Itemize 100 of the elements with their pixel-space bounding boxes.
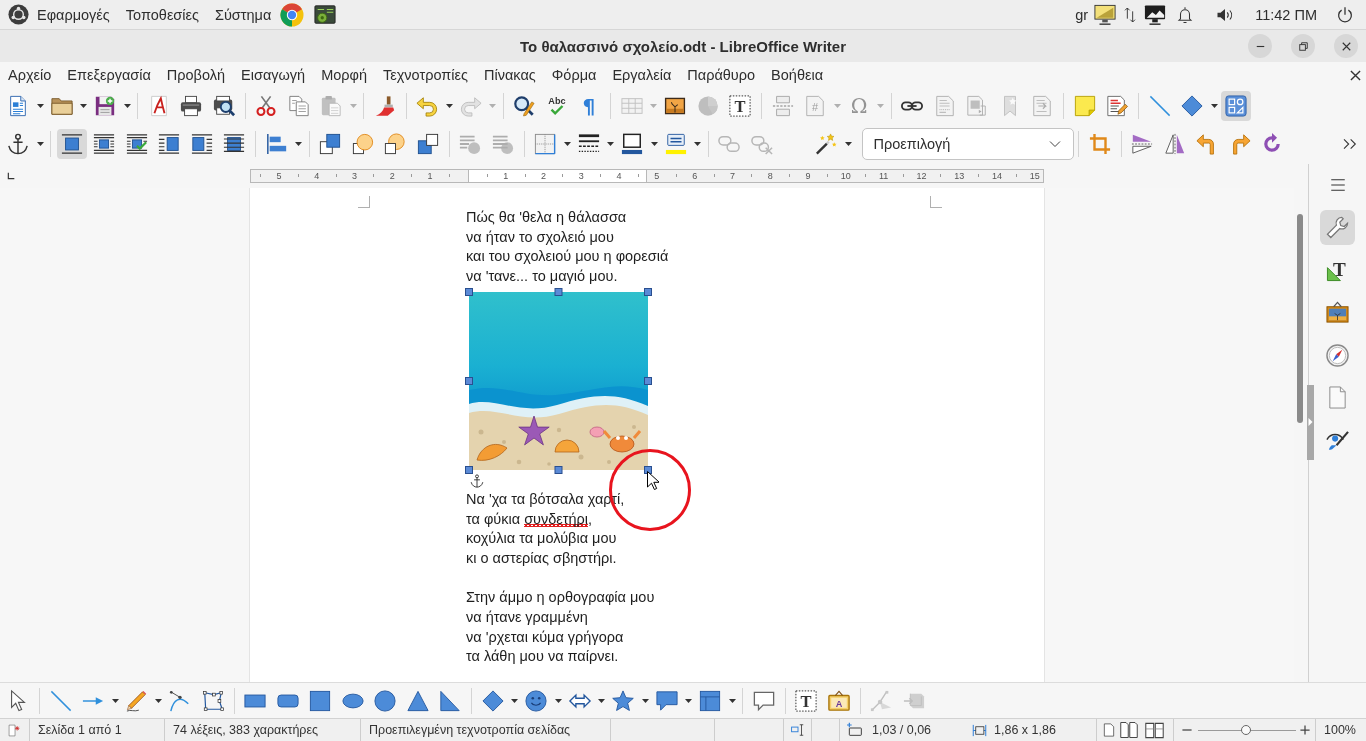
flip-vertical-icon[interactable] <box>1131 133 1154 155</box>
caret-icon[interactable] <box>607 142 614 146</box>
resize-handle[interactable] <box>644 376 652 385</box>
wrench-icon[interactable] <box>1320 210 1355 246</box>
menu-item[interactable]: Βοήθεια <box>763 67 831 83</box>
right-triangle-icon[interactable] <box>439 689 462 712</box>
menu-item[interactable]: Μορφή <box>313 67 376 83</box>
page-style[interactable]: Προεπιλεγμένη τεχνοτροπία σελίδας <box>361 723 571 737</box>
caret-icon[interactable] <box>155 698 162 703</box>
find-replace-icon[interactable] <box>513 95 536 117</box>
square-icon[interactable] <box>309 689 332 712</box>
copy-icon[interactable] <box>287 95 310 117</box>
callout-icon[interactable] <box>655 689 678 712</box>
send-backward-icon[interactable] <box>384 133 407 155</box>
maximize-button[interactable] <box>1291 34 1315 58</box>
circle-icon[interactable] <box>374 689 397 712</box>
caret-icon[interactable] <box>445 104 453 108</box>
caret-icon[interactable] <box>36 104 44 108</box>
caret-icon[interactable] <box>598 698 605 703</box>
wrap-page-icon[interactable] <box>93 133 116 155</box>
scrollbar-thumb[interactable] <box>1297 214 1303 423</box>
bring-to-front-icon[interactable] <box>319 133 342 155</box>
caret-icon[interactable] <box>563 142 571 146</box>
send-to-back-icon[interactable] <box>416 133 439 155</box>
caret-icon[interactable] <box>694 142 701 146</box>
chevron-down-icon[interactable] <box>1048 138 1061 150</box>
picture-icon[interactable] <box>664 95 687 117</box>
restore-icon[interactable] <box>1298 41 1308 51</box>
wrap-off-icon[interactable] <box>56 129 87 159</box>
caret-icon[interactable] <box>1210 104 1218 108</box>
picture-frame-icon[interactable] <box>1326 301 1349 325</box>
polygon-icon[interactable] <box>201 689 224 712</box>
text-box-icon[interactable]: T <box>729 95 752 117</box>
bring-forward-icon[interactable] <box>351 133 374 155</box>
compass-icon[interactable] <box>1326 343 1349 367</box>
align-left-icon[interactable] <box>265 133 288 155</box>
caret-icon[interactable] <box>295 142 302 146</box>
caret-icon[interactable] <box>111 698 119 703</box>
size-icon[interactable] <box>972 722 987 738</box>
menu-item[interactable]: Πίνακας <box>476 67 544 83</box>
keyboard-layout-indicator[interactable]: gr <box>1075 6 1089 23</box>
star-icon[interactable] <box>612 689 635 712</box>
panel-menu[interactable]: Σύστημα <box>206 6 280 23</box>
anchor-icon[interactable] <box>7 133 30 155</box>
menu-item[interactable]: Παράθυρο <box>679 67 764 83</box>
frame-style-dropdown[interactable]: Προεπιλογή <box>861 128 1074 160</box>
menu-item[interactable]: Τεχνοτροπίες <box>375 67 476 83</box>
caret-icon[interactable] <box>554 698 562 703</box>
zoom-slider-thumb[interactable] <box>1241 725 1251 735</box>
two-page-view-icon[interactable] <box>1120 721 1138 739</box>
browser-icon[interactable] <box>280 2 305 27</box>
magic-wand-icon[interactable] <box>815 133 838 155</box>
caret-icon[interactable] <box>80 104 87 108</box>
panel-menu[interactable]: Τοποθεσίες <box>117 6 207 23</box>
wrap-optimal-icon[interactable] <box>125 133 148 155</box>
caret-icon[interactable] <box>123 104 131 108</box>
track-changes-icon[interactable] <box>1106 95 1129 117</box>
eye-brush-icon[interactable] <box>1326 428 1349 452</box>
area-color-icon[interactable] <box>664 133 687 155</box>
diamond-icon[interactable] <box>1181 95 1204 117</box>
close-icon[interactable] <box>1341 41 1351 51</box>
shapes-icon[interactable] <box>1220 91 1251 121</box>
printer-icon[interactable] <box>180 95 203 117</box>
wrap-through-icon[interactable] <box>223 133 246 155</box>
wrap-left-icon[interactable] <box>158 133 181 155</box>
undo-icon[interactable] <box>416 95 439 117</box>
resize-handle[interactable] <box>554 465 563 474</box>
clock[interactable]: 11:42 ΠΜ <box>1255 6 1317 23</box>
sidebar-handle[interactable] <box>1307 385 1314 460</box>
document-status-icon[interactable] <box>8 723 21 737</box>
word-count[interactable]: 74 λέξεις, 383 χαρακτήρες <box>165 723 319 737</box>
anchor-icon[interactable] <box>470 473 484 488</box>
resize-handle[interactable] <box>465 376 473 385</box>
position-icon[interactable] <box>846 722 862 738</box>
resize-handle[interactable] <box>644 287 652 296</box>
open-folder-icon[interactable] <box>50 95 73 117</box>
caret-icon[interactable] <box>650 142 658 146</box>
zoom-in-icon[interactable] <box>1300 725 1310 735</box>
flowchart-icon[interactable] <box>699 689 722 712</box>
flip-horizontal-icon[interactable] <box>1163 133 1186 155</box>
smiley-icon[interactable] <box>525 689 548 712</box>
tab-stop-icon[interactable] <box>7 172 15 180</box>
display-icon[interactable] <box>1144 3 1167 26</box>
menu-item[interactable]: Φόρμα <box>543 67 605 83</box>
menu-item[interactable]: Προβολή <box>158 67 234 83</box>
pencil-icon[interactable] <box>125 689 148 712</box>
logo-icon[interactable] <box>8 4 29 25</box>
more-chevron-icon[interactable] <box>1341 136 1358 152</box>
monitor-app-icon[interactable] <box>314 3 337 26</box>
monitor-icon[interactable] <box>1094 3 1117 26</box>
close-document-icon[interactable] <box>1350 69 1361 81</box>
single-page-view-icon[interactable] <box>1102 723 1116 737</box>
ruler[interactable]: 5 4 3 2 1 1 2 3 4 5 6 7 8 9 10 11 12 13 14 15 <box>250 169 1044 183</box>
resize-handle[interactable] <box>465 287 473 296</box>
wrap-right-icon[interactable] <box>190 133 213 155</box>
resize-handle[interactable] <box>554 287 563 296</box>
diamond-icon[interactable] <box>481 689 504 712</box>
power-icon[interactable] <box>1336 5 1354 24</box>
line-icon[interactable] <box>1148 95 1171 117</box>
caret-icon[interactable] <box>511 698 518 703</box>
